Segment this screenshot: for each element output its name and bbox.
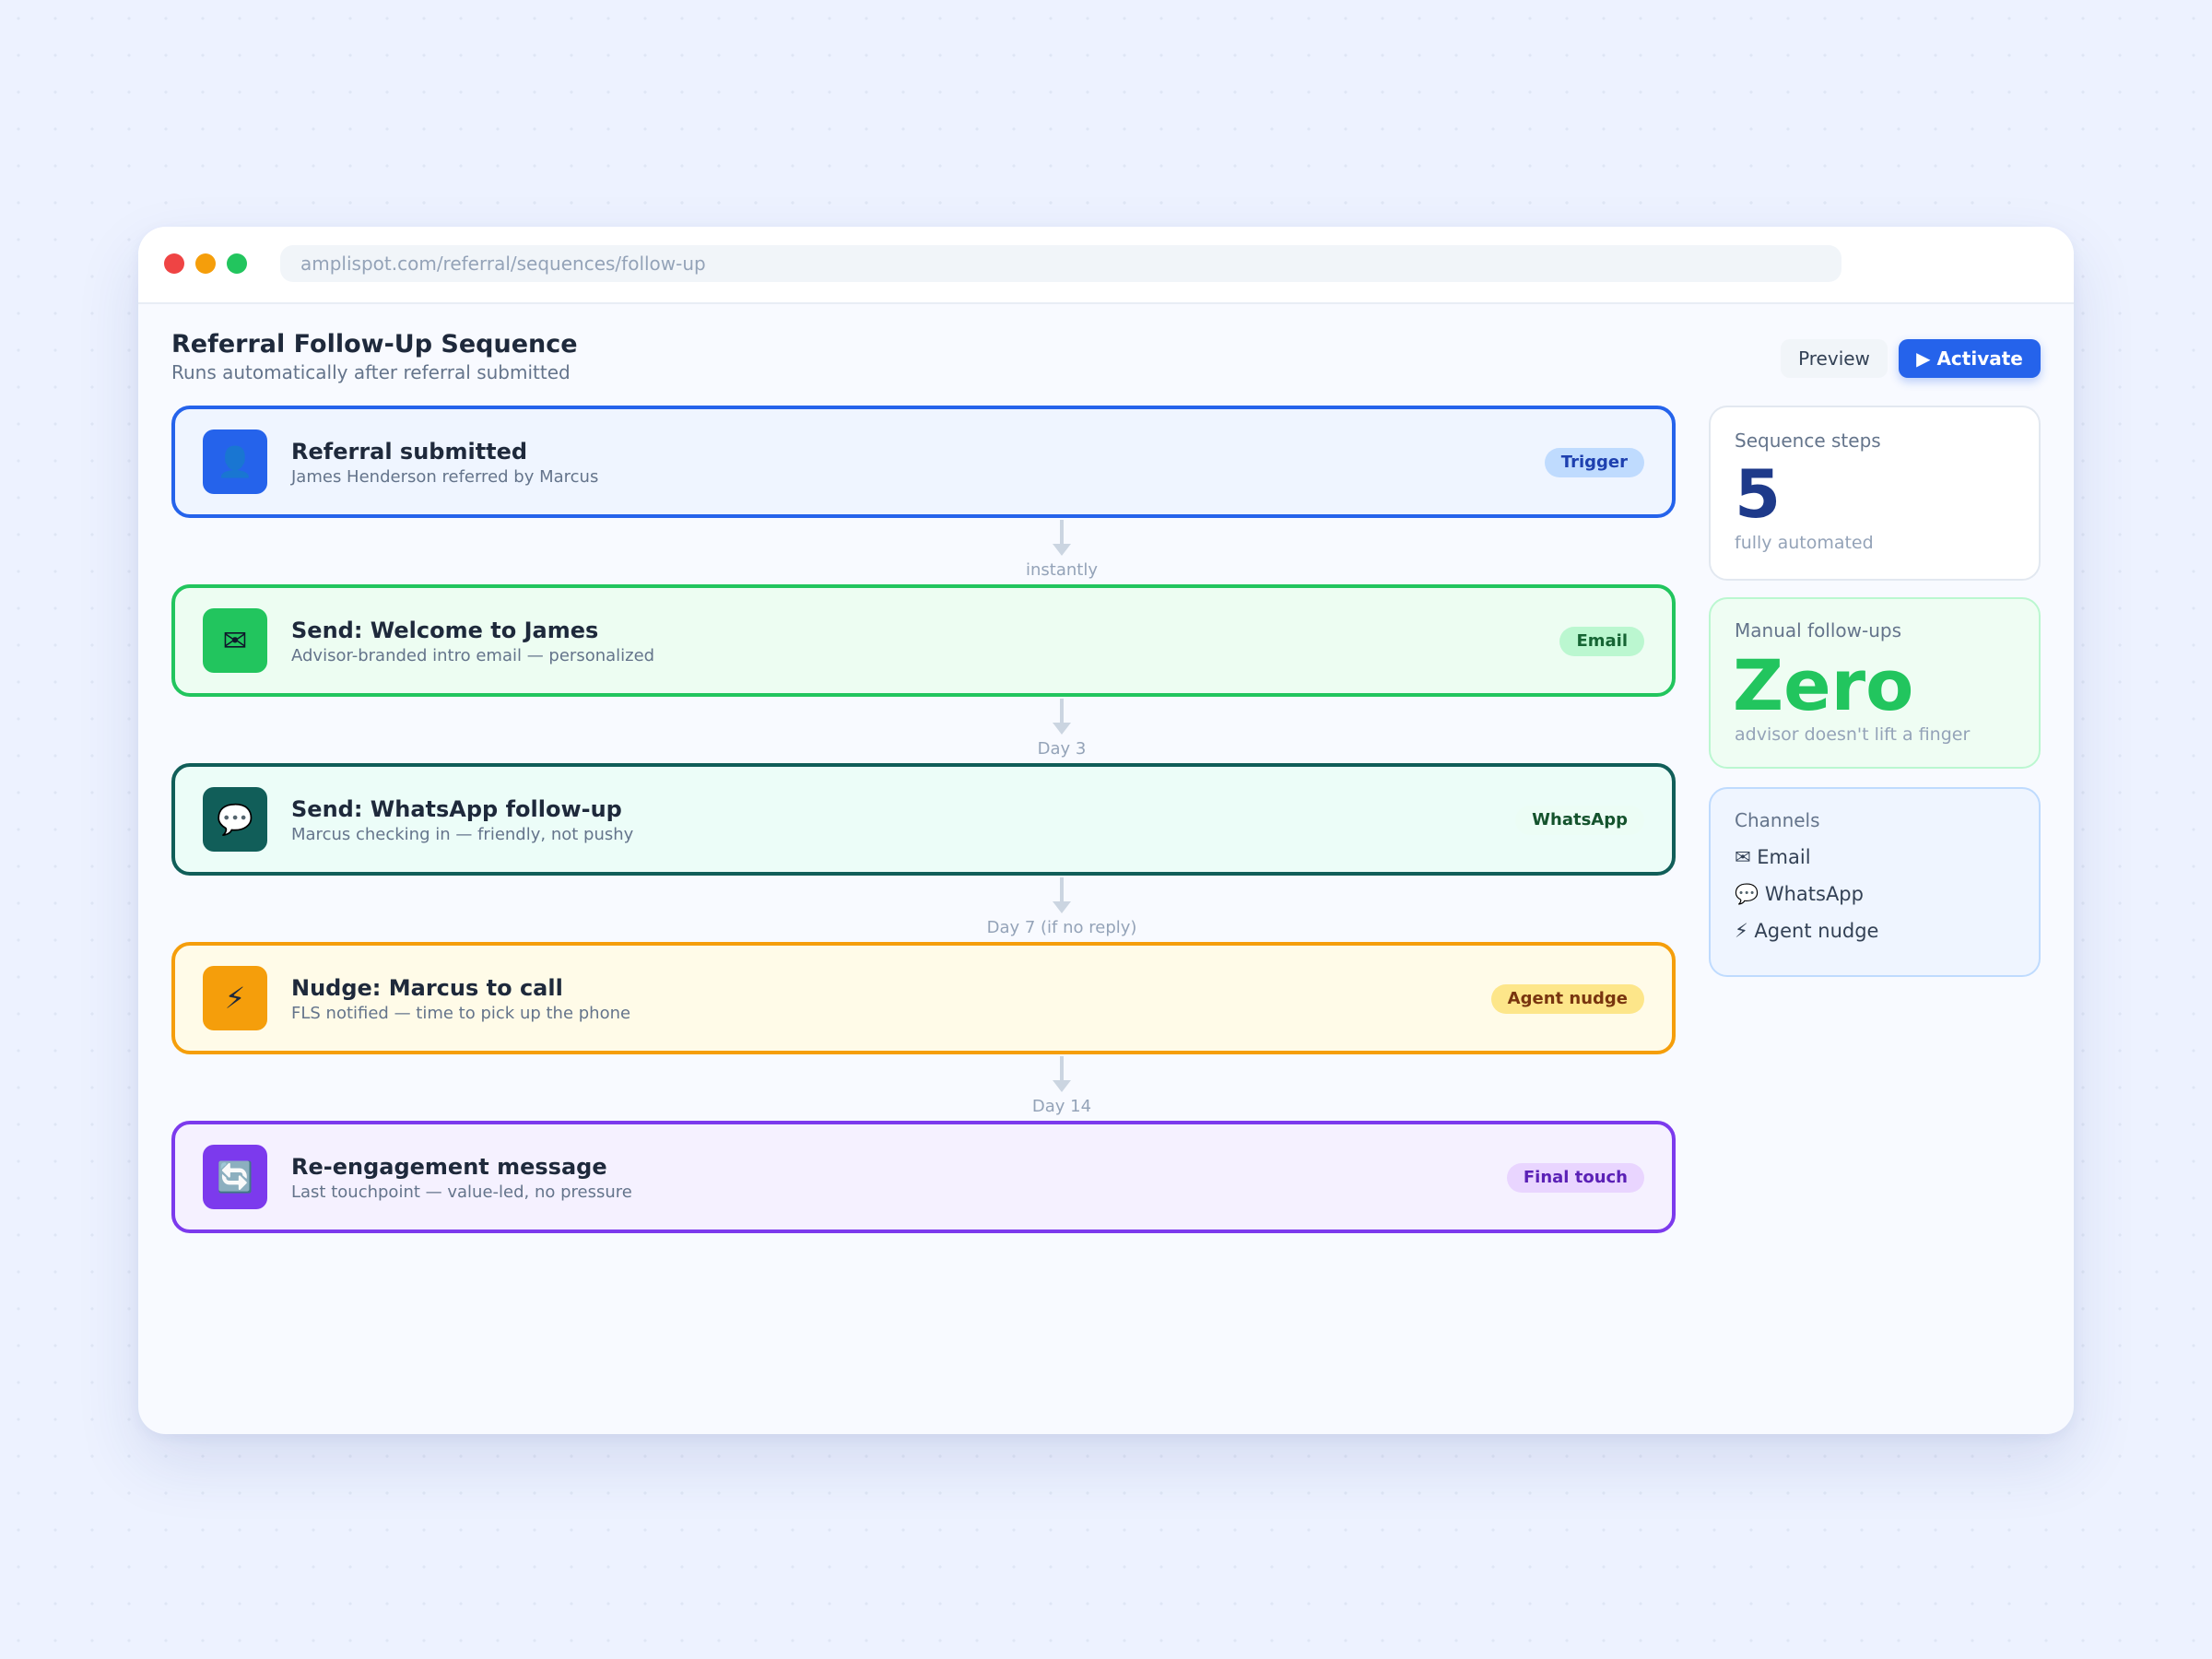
step-whatsapp-follow-up[interactable]: 💬 Send: WhatsApp follow-up Marcus checki… xyxy=(171,763,1676,876)
page-subtitle: Runs automatically after referral submit… xyxy=(171,361,571,383)
minimize-window-button[interactable] xyxy=(195,253,216,274)
refresh-icon: 🔄 xyxy=(203,1145,267,1209)
step-title: Nudge: Marcus to call xyxy=(291,975,563,1001)
maximize-window-button[interactable] xyxy=(227,253,247,274)
connector-line xyxy=(1060,877,1064,903)
step-description: Last touchpoint — value-led, no pressure xyxy=(291,1182,632,1202)
step-description: Advisor-branded intro email — personaliz… xyxy=(291,646,655,665)
step-title: Referral submitted xyxy=(291,439,528,465)
down-arrow-icon xyxy=(1053,901,1071,913)
activate-button[interactable]: ▶ Activate xyxy=(1899,339,2041,378)
page-title: Referral Follow-Up Sequence xyxy=(171,330,578,359)
sequence-steps-note: fully automated xyxy=(1735,533,1874,553)
down-arrow-icon xyxy=(1053,723,1071,735)
step-title: Send: WhatsApp follow-up xyxy=(291,796,622,822)
delay-label: instantly xyxy=(1026,560,1098,580)
manual-follow-ups-note: advisor doesn't lift a finger xyxy=(1735,724,1971,745)
channels-label: Channels xyxy=(1735,809,1820,831)
manual-follow-ups-value: Zero xyxy=(1733,644,1914,726)
connector-line xyxy=(1060,1056,1064,1082)
sequence-steps-card: Sequence steps 5 fully automated xyxy=(1709,406,2041,581)
channel-whatsapp: 💬 WhatsApp xyxy=(1735,883,1864,905)
step-description: Marcus checking in — friendly, not pushy xyxy=(291,825,634,844)
step-agent-nudge[interactable]: ⚡ Nudge: Marcus to call FLS notified — t… xyxy=(171,942,1676,1054)
browser-titlebar: amplispot.com/referral/sequences/follow-… xyxy=(138,227,2074,304)
connector-line xyxy=(1060,699,1064,724)
down-arrow-icon xyxy=(1053,1080,1071,1092)
down-arrow-icon xyxy=(1053,544,1071,556)
step-description: James Henderson referred by Marcus xyxy=(291,467,599,487)
step-referral-submitted[interactable]: 👤 Referral submitted James Henderson ref… xyxy=(171,406,1676,518)
close-window-button[interactable] xyxy=(164,253,184,274)
browser-window: amplispot.com/referral/sequences/follow-… xyxy=(138,227,2074,1434)
step-title: Send: Welcome to James xyxy=(291,618,599,643)
lightning-icon: ⚡ xyxy=(203,966,267,1030)
step-tag: Agent nudge xyxy=(1490,984,1644,1014)
step-connector: instantly xyxy=(1016,520,1108,584)
channel-agent-nudge: ⚡ Agent nudge xyxy=(1735,920,1879,942)
step-connector: Day 7 (if no reply) xyxy=(987,877,1136,942)
step-connector: Day 14 xyxy=(1016,1056,1108,1121)
step-description: FLS notified — time to pick up the phone xyxy=(291,1004,631,1023)
delay-label: Day 14 xyxy=(1031,1097,1092,1116)
user-icon: 👤 xyxy=(203,429,267,494)
address-bar[interactable]: amplispot.com/referral/sequences/follow-… xyxy=(280,245,1841,282)
channels-card: Channels ✉ Email 💬 WhatsApp ⚡ Agent nudg… xyxy=(1709,787,2041,977)
step-connector: Day 3 xyxy=(1016,699,1108,763)
delay-label: Day 7 (if no reply) xyxy=(986,918,1137,937)
sequence-steps-value: 5 xyxy=(1735,455,1782,533)
envelope-icon: ✉ xyxy=(203,608,267,673)
step-tag: Email xyxy=(1559,627,1644,656)
manual-follow-ups-card: Manual follow-ups Zero advisor doesn't l… xyxy=(1709,597,2041,769)
chat-bubble-icon: 💬 xyxy=(203,787,267,852)
step-re-engagement[interactable]: 🔄 Re-engagement message Last touchpoint … xyxy=(171,1121,1676,1233)
channel-email: ✉ Email xyxy=(1735,846,1811,868)
manual-follow-ups-label: Manual follow-ups xyxy=(1735,619,1902,641)
connector-line xyxy=(1060,520,1064,546)
sequence-steps-label: Sequence steps xyxy=(1735,429,1881,452)
step-tag: Trigger xyxy=(1544,448,1644,477)
step-tag: WhatsApp xyxy=(1515,806,1644,835)
step-tag: Final touch xyxy=(1506,1163,1644,1193)
step-welcome-email[interactable]: ✉ Send: Welcome to James Advisor-branded… xyxy=(171,584,1676,697)
step-title: Re-engagement message xyxy=(291,1154,607,1180)
delay-label: Day 3 xyxy=(1037,739,1087,759)
preview-button[interactable]: Preview xyxy=(1781,339,1888,378)
